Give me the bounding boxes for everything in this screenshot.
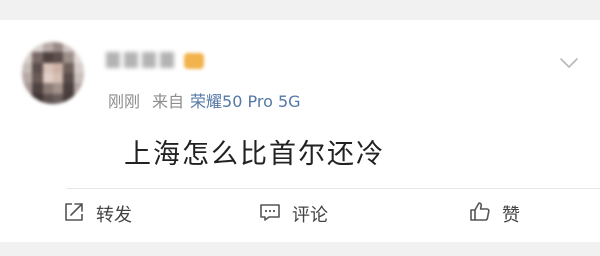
divider	[66, 188, 600, 189]
thumbs-up-icon	[468, 200, 492, 229]
like-label: 赞	[502, 205, 520, 226]
comment-button[interactable]: 评论	[258, 200, 328, 228]
comment-label: 评论	[292, 205, 328, 226]
avatar[interactable]	[22, 42, 84, 104]
post-meta: 刚刚 来自 荣耀50 Pro 5G	[108, 88, 301, 112]
repost-label: 转发	[96, 205, 132, 226]
device-link[interactable]: 荣耀50 Pro 5G	[190, 88, 301, 112]
source-prefix: 来自	[152, 92, 185, 111]
share-icon	[62, 200, 86, 229]
chevron-down-icon[interactable]	[558, 52, 580, 74]
post-time: 刚刚	[108, 92, 141, 111]
like-button[interactable]: 赞	[468, 200, 520, 228]
vip-badge	[184, 53, 204, 69]
comment-icon	[258, 200, 282, 229]
top-separator	[0, 0, 600, 20]
username-blurred[interactable]	[106, 52, 180, 70]
repost-button[interactable]: 转发	[62, 200, 132, 228]
post-content: 上海怎么比首尔还冷	[124, 139, 385, 170]
bottom-separator	[0, 242, 600, 256]
